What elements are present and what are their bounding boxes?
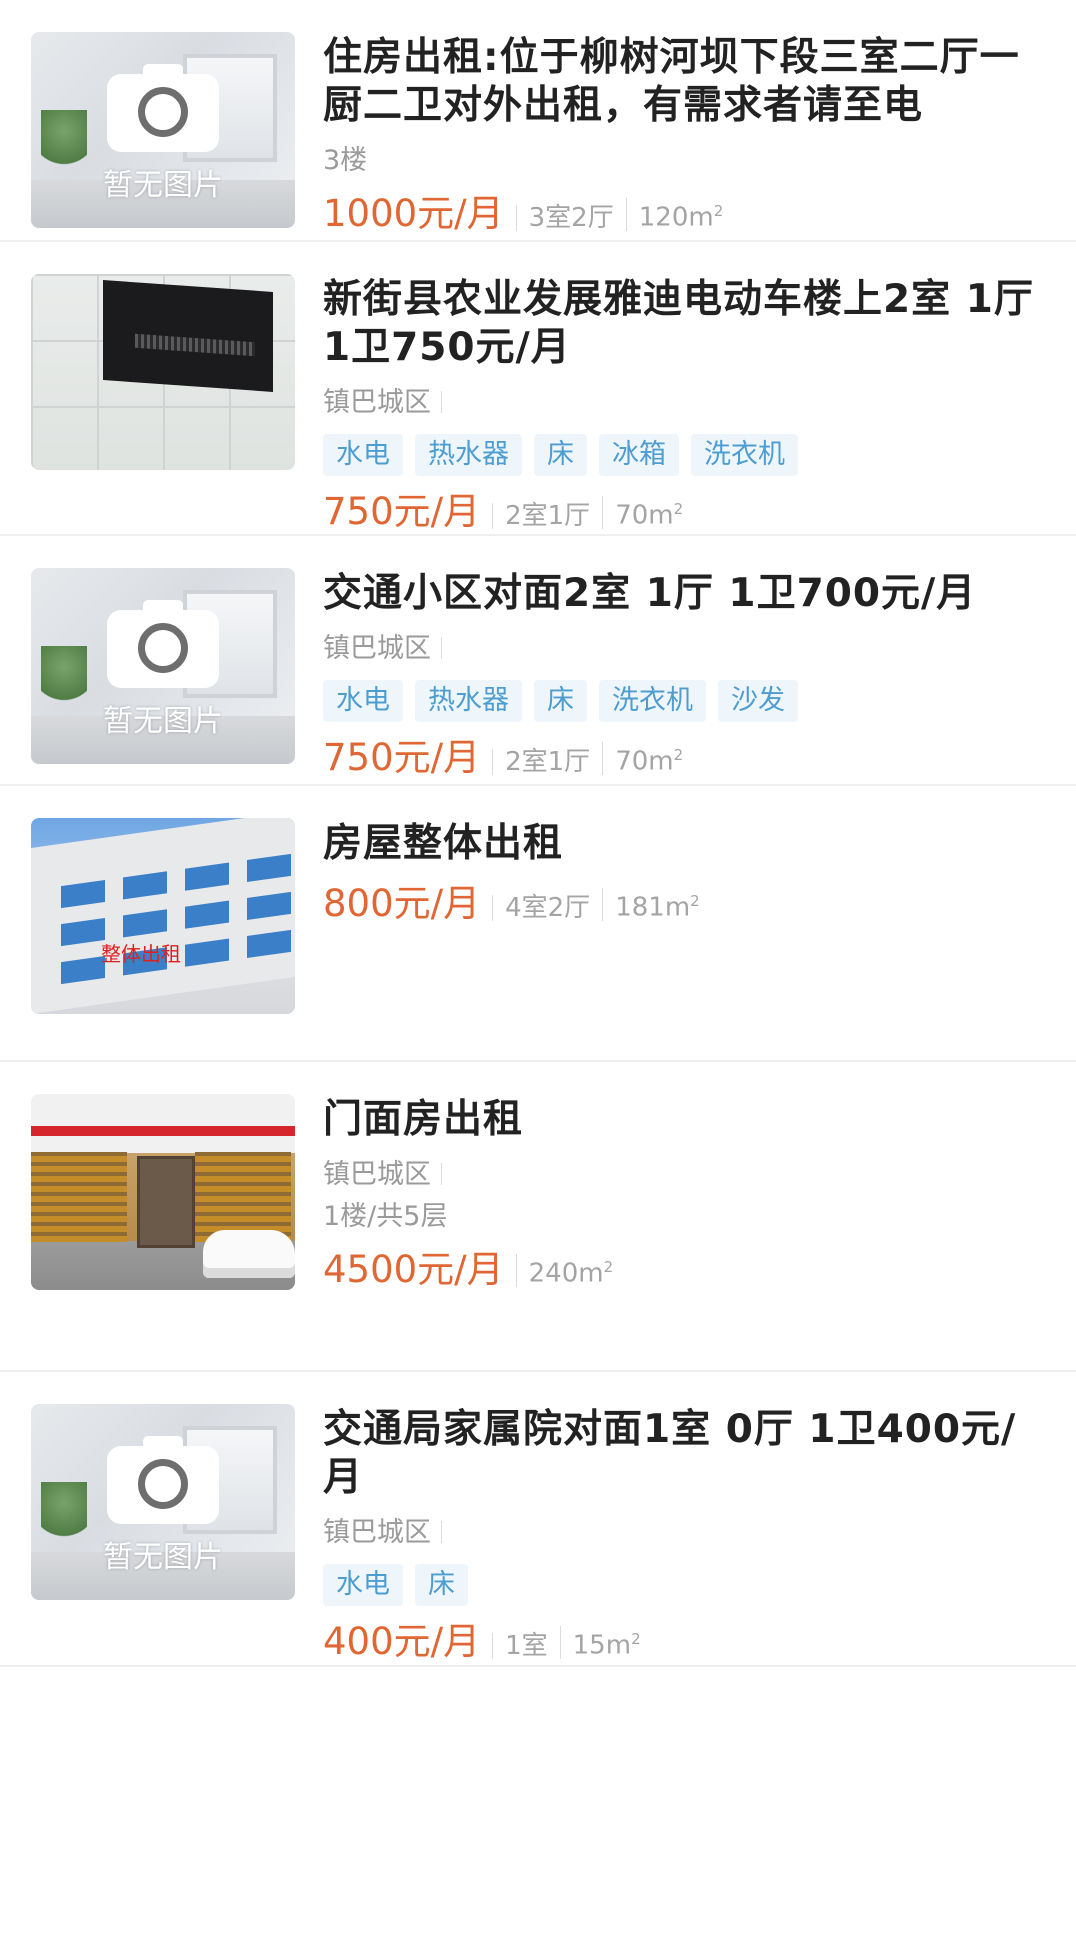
listing-title[interactable]: 门面房出租: [323, 1096, 1040, 1144]
listing-feed: 暂无图片 住房出租:位于柳树河坝下段三室二厅一厨二卫对外出租，有需求者请至电 3…: [0, 0, 1076, 1667]
listing-info: 住房出租:位于柳树河坝下段三室二厅一厨二卫对外出租，有需求者请至电 3楼 100…: [295, 32, 1040, 235]
listing-title[interactable]: 交通局家属院对面1室 0厅 1卫400元/月: [323, 1406, 1040, 1502]
amenity-tags: 水电 床: [323, 1564, 1040, 1606]
no-image-label: 暂无图片: [103, 1540, 223, 1575]
listing-thumbnail-placeholder[interactable]: 暂无图片: [31, 568, 295, 764]
camera-icon: [107, 600, 219, 690]
listing-district: 镇巴城区: [323, 632, 1040, 666]
price-row: 400元/月 1室 15m2: [323, 1618, 1040, 1666]
listing-title[interactable]: 交通小区对面2室 1厅 1卫700元/月: [323, 570, 1040, 618]
listing-thumbnail-placeholder[interactable]: 暂无图片: [31, 32, 295, 228]
listing-rooms: 2室1厅: [492, 749, 590, 775]
amenity-tag: 床: [534, 434, 587, 476]
listing-area: 240m2: [515, 1254, 613, 1287]
listing-thumbnail-placeholder[interactable]: 暂无图片: [31, 1404, 295, 1600]
camera-icon: [107, 64, 219, 154]
amenity-tag: 沙发: [718, 680, 798, 722]
listing-info: 门面房出租 镇巴城区 1楼/共5层 4500元/月 240m2: [295, 1094, 1040, 1340]
listing-item[interactable]: 暂无图片 交通局家属院对面1室 0厅 1卫400元/月 镇巴城区 水电 床 40…: [0, 1372, 1076, 1667]
amenity-tag: 洗衣机: [599, 680, 706, 722]
listing-price: 800元/月: [323, 882, 481, 925]
listing-title[interactable]: 新街县农业发展雅迪电动车楼上2室 1厅 1卫750元/月: [323, 276, 1040, 372]
amenity-tag: 水电: [323, 680, 403, 722]
price-row: 4500元/月 240m2: [323, 1246, 1040, 1294]
no-image-label: 暂无图片: [103, 168, 223, 203]
listing-area: 70m2: [602, 742, 683, 775]
listing-item[interactable]: 门面房出租 镇巴城区 1楼/共5层 4500元/月 240m2: [0, 1062, 1076, 1372]
amenity-tag: 水电: [323, 434, 403, 476]
listing-rooms: 4室2厅: [492, 895, 590, 921]
amenity-tag: 水电: [323, 1564, 403, 1606]
listing-title[interactable]: 房屋整体出租: [323, 820, 1040, 868]
listing-rooms: 2室1厅: [492, 503, 590, 529]
amenity-tag: 床: [534, 680, 587, 722]
price-row: 800元/月 4室2厅 181m2: [323, 880, 1040, 928]
listing-item[interactable]: 新街县农业发展雅迪电动车楼上2室 1厅 1卫750元/月 镇巴城区 水电 热水器…: [0, 242, 1076, 536]
listing-district: 镇巴城区: [323, 1158, 1040, 1192]
amenity-tag: 床: [415, 1564, 468, 1606]
amenity-tag: 洗衣机: [691, 434, 798, 476]
listing-district: 镇巴城区: [323, 1516, 1040, 1550]
listing-info: 房屋整体出租 800元/月 4室2厅 181m2: [295, 818, 1040, 1030]
amenity-tags: 水电 热水器 床 冰箱 洗衣机: [323, 434, 1040, 476]
listing-photo[interactable]: [31, 1094, 295, 1290]
listing-info: 新街县农业发展雅迪电动车楼上2室 1厅 1卫750元/月 镇巴城区 水电 热水器…: [295, 274, 1040, 533]
listing-price: 1000元/月: [323, 192, 504, 235]
listing-price: 750元/月: [323, 736, 481, 779]
listing-rooms: 3室2厅: [515, 205, 614, 231]
listing-price: 4500元/月: [323, 1248, 504, 1291]
no-image-label: 暂无图片: [103, 704, 223, 739]
listing-area: 120m2: [625, 198, 723, 231]
listing-area: 70m2: [602, 496, 683, 529]
listing-area: 15m2: [559, 1626, 641, 1659]
listing-title[interactable]: 住房出租:位于柳树河坝下段三室二厅一厨二卫对外出租，有需求者请至电: [323, 34, 1040, 130]
listing-info: 交通小区对面2室 1厅 1卫700元/月 镇巴城区 水电 热水器 床 洗衣机 沙…: [295, 568, 1040, 779]
listing-floor: 1楼/共5层: [323, 1201, 448, 1232]
price-row: 750元/月 2室1厅 70m2: [323, 734, 1040, 782]
amenity-tag: 冰箱: [599, 434, 679, 476]
listing-item[interactable]: 暂无图片 交通小区对面2室 1厅 1卫700元/月 镇巴城区 水电 热水器 床 …: [0, 536, 1076, 786]
listing-info: 交通局家属院对面1室 0厅 1卫400元/月 镇巴城区 水电 床 400元/月 …: [295, 1404, 1040, 1663]
listing-floor: 3楼: [323, 145, 368, 176]
camera-icon: [107, 1436, 219, 1526]
price-row: 750元/月 2室1厅 70m2: [323, 488, 1040, 536]
listing-photo[interactable]: [31, 274, 295, 470]
amenity-tag: 热水器: [415, 434, 522, 476]
listing-district: 镇巴城区: [323, 386, 1040, 420]
listing-photo[interactable]: 整体出租: [31, 818, 295, 1014]
listing-item[interactable]: 整体出租 房屋整体出租 800元/月 4室2厅 181m2: [0, 786, 1076, 1062]
listing-rooms: 1室: [492, 1633, 548, 1659]
price-row: 1000元/月 3室2厅 120m2: [323, 190, 1040, 238]
listing-item[interactable]: 暂无图片 住房出租:位于柳树河坝下段三室二厅一厨二卫对外出租，有需求者请至电 3…: [0, 0, 1076, 242]
photo-sign-text: 整体出租: [101, 942, 181, 966]
listing-area: 181m2: [602, 888, 700, 921]
amenity-tags: 水电 热水器 床 洗衣机 沙发: [323, 680, 1040, 722]
listing-price: 400元/月: [323, 1620, 481, 1663]
listing-price: 750元/月: [323, 490, 481, 533]
amenity-tag: 热水器: [415, 680, 522, 722]
